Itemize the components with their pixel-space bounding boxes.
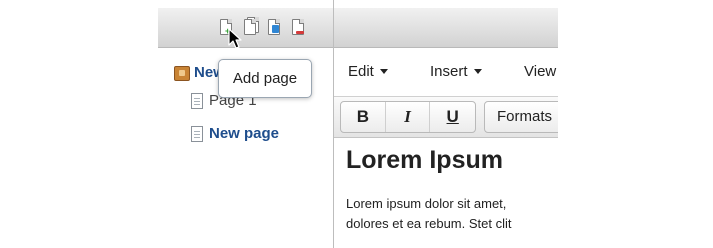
editor-header-bar <box>334 8 558 48</box>
editor-panel: Edit Insert View B I U Formats Lorem Ips… <box>334 0 558 248</box>
app-stage: + New Page 1 New page Add page Edit Inse… <box>158 0 558 248</box>
tree-item-label: New page <box>209 125 280 142</box>
copy-page-icon[interactable] <box>244 17 259 37</box>
text-format-group: B I U <box>340 101 476 133</box>
menu-edit[interactable]: Edit <box>348 63 388 80</box>
book-icon <box>174 65 190 81</box>
menu-insert-label: Insert <box>430 63 468 80</box>
content-paragraph-line: Lorem ipsum dolor sit amet, <box>346 196 507 211</box>
formats-dropdown[interactable]: Formats <box>484 101 558 133</box>
menu-edit-label: Edit <box>348 63 374 80</box>
mouse-cursor-icon <box>228 28 242 49</box>
move-page-icon[interactable] <box>268 19 282 37</box>
menu-view[interactable]: View <box>524 63 556 80</box>
page-icon <box>191 126 203 142</box>
tree-item-new-page[interactable]: New page <box>191 124 279 144</box>
chevron-down-icon <box>379 69 388 74</box>
italic-button[interactable]: I <box>386 102 431 132</box>
underline-button[interactable]: U <box>430 102 475 132</box>
menu-insert[interactable]: Insert <box>430 63 482 80</box>
content-heading: Lorem Ipsum <box>346 146 503 174</box>
editor-menubar: Edit Insert View <box>334 49 558 96</box>
editor-content[interactable]: Lorem Ipsum Lorem ipsum dolor sit amet, … <box>334 138 558 248</box>
menu-view-label: View <box>524 63 557 80</box>
editor-toolbar: B I U Formats <box>334 96 558 138</box>
add-page-tooltip: Add page <box>218 59 312 98</box>
page-tree-toolbar: + <box>158 8 333 48</box>
page-icon <box>191 93 203 109</box>
bold-button[interactable]: B <box>341 102 386 132</box>
delete-page-icon[interactable] <box>292 19 306 37</box>
content-paragraph-line: dolores et ea rebum. Stet clit <box>346 216 512 231</box>
page-tree-panel: + New Page 1 New page Add page <box>158 0 333 248</box>
chevron-down-icon <box>473 69 482 74</box>
